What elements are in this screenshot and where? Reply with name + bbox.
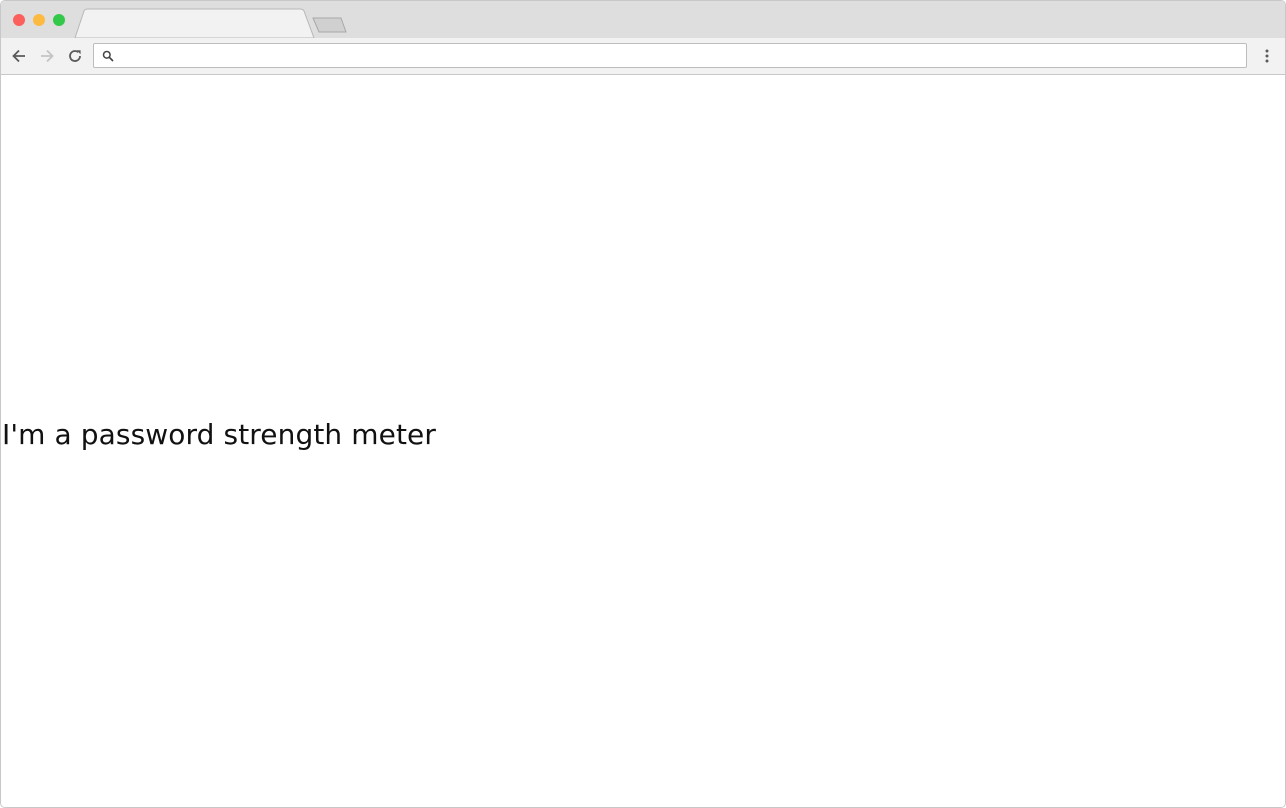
tab-strip: [74, 8, 347, 39]
arrow-right-icon: [41, 49, 54, 63]
back-button[interactable]: [9, 46, 29, 66]
page-heading: I'm a password strength meter: [2, 418, 436, 451]
new-tab-button[interactable]: [312, 17, 347, 33]
page-content: I'm a password strength meter: [1, 75, 1285, 807]
address-bar[interactable]: [93, 43, 1247, 68]
browser-menu-button[interactable]: [1259, 46, 1275, 66]
address-input[interactable]: [120, 46, 1230, 65]
browser-toolbar: [1, 38, 1285, 75]
active-tab[interactable]: [74, 8, 315, 39]
arrow-left-icon: [12, 49, 25, 63]
browser-window: I'm a password strength meter: [0, 0, 1286, 808]
search-icon: [102, 50, 114, 62]
reload-button[interactable]: [65, 46, 85, 66]
reload-icon: [69, 50, 81, 62]
kebab-menu-icon: [1265, 49, 1269, 63]
title-bar: [1, 1, 1285, 39]
forward-button[interactable]: [37, 46, 57, 66]
